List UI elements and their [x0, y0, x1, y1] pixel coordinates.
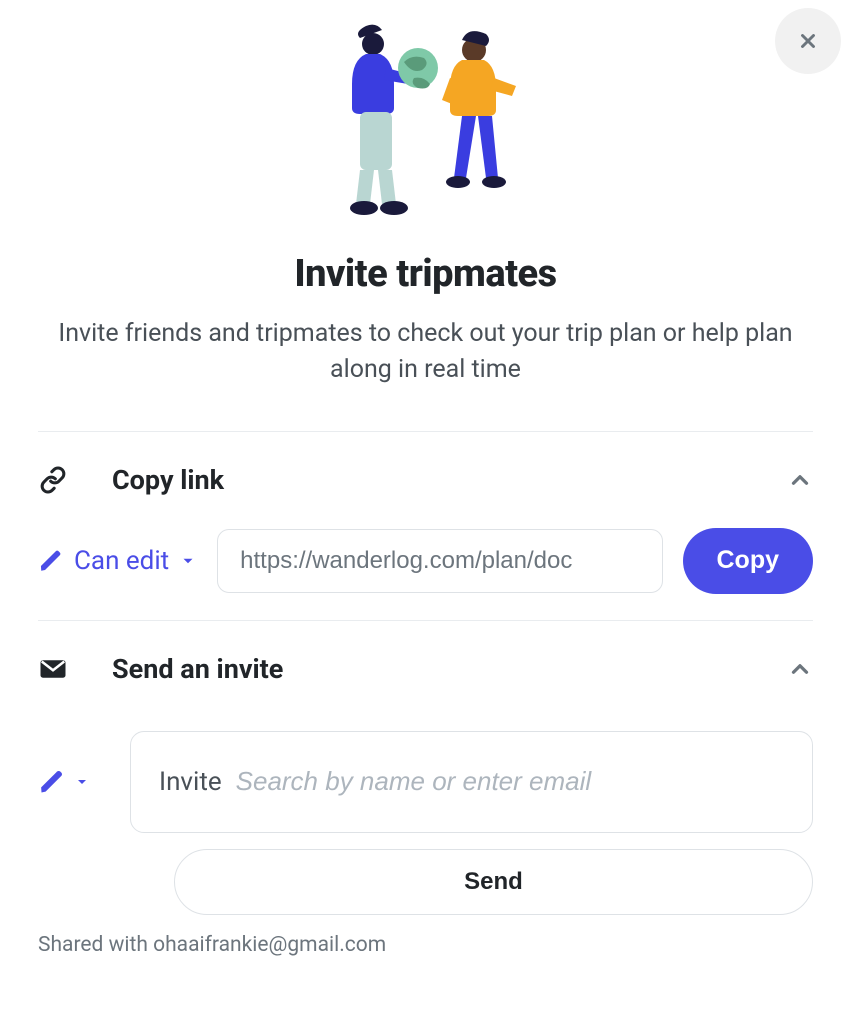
send-button[interactable]: Send: [174, 849, 813, 915]
close-button[interactable]: [775, 8, 841, 74]
chevron-up-icon: [787, 467, 813, 493]
modal-subtitle: Invite friends and tripmates to check ou…: [38, 316, 813, 389]
copy-button[interactable]: Copy: [683, 528, 814, 594]
chevron-up-icon: [787, 656, 813, 682]
close-icon: [797, 30, 819, 52]
send-invite-section: Send an invite Invite Send: [38, 621, 813, 915]
send-row: Send: [38, 833, 813, 915]
send-invite-header[interactable]: Send an invite: [38, 621, 813, 717]
permission-label: Can edit: [74, 546, 169, 576]
invite-modal: Invite tripmates Invite friends and trip…: [0, 0, 851, 997]
hero-illustration: [38, 0, 813, 224]
copy-link-section: Copy link Can edit Copy: [38, 432, 813, 620]
shared-with-text: Shared with ohaaifrankie@gmail.com: [38, 933, 813, 957]
invite-permission-dropdown[interactable]: [38, 768, 90, 796]
copy-link-row: Can edit Copy: [38, 528, 813, 620]
envelope-icon: [38, 654, 68, 684]
pencil-icon: [38, 548, 64, 574]
caret-down-icon: [179, 552, 197, 570]
copy-link-heading: Copy link: [112, 464, 787, 496]
caret-down-icon: [74, 774, 90, 790]
pencil-icon: [38, 768, 66, 796]
copy-link-header[interactable]: Copy link: [38, 432, 813, 528]
invite-input-box[interactable]: Invite: [130, 731, 813, 833]
modal-title: Invite tripmates: [38, 252, 813, 296]
invite-prefix: Invite: [159, 767, 222, 797]
permission-dropdown[interactable]: Can edit: [38, 546, 197, 576]
link-url-input[interactable]: [217, 529, 662, 593]
link-icon: [38, 465, 68, 495]
invite-email-input[interactable]: [236, 766, 784, 797]
send-invite-heading: Send an invite: [112, 653, 787, 685]
invite-row: Invite: [38, 717, 813, 833]
